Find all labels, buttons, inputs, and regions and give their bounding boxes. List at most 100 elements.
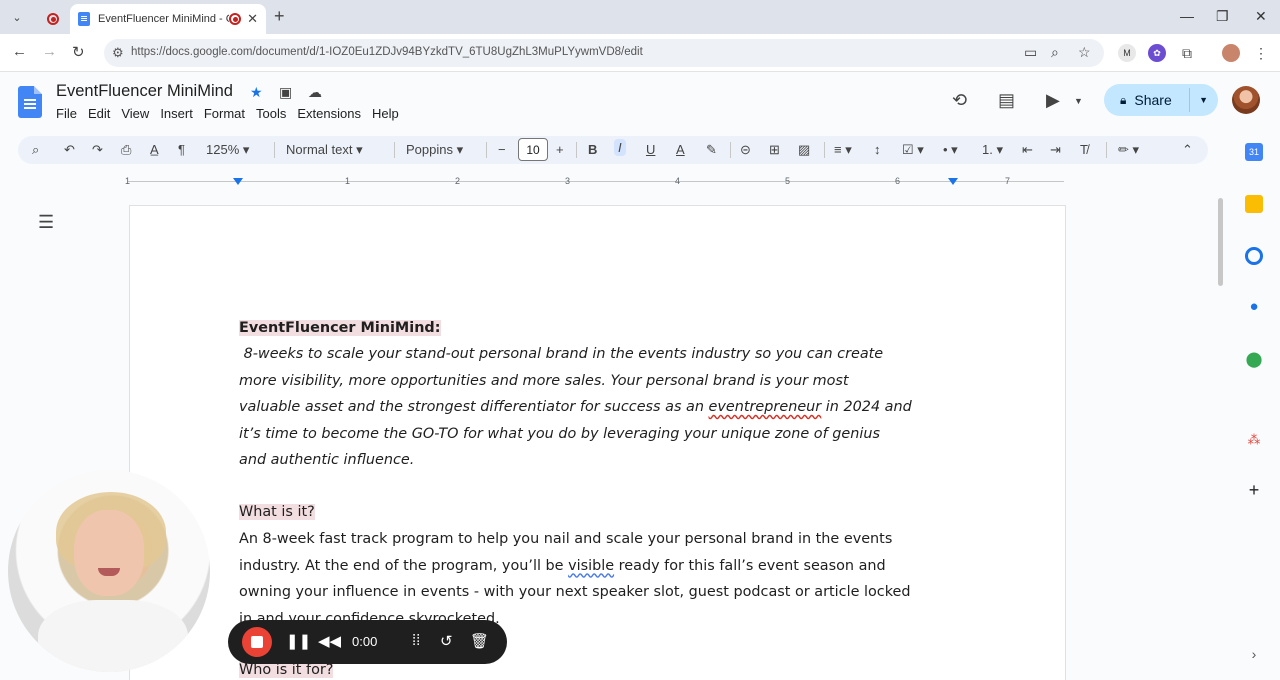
camera-icon[interactable]: ▭ <box>1024 44 1037 61</box>
restore-icon[interactable]: ❐ <box>1216 8 1229 25</box>
decrease-indent-icon[interactable]: ⇤ <box>1022 142 1033 158</box>
close-window-icon[interactable]: ✕ <box>1255 8 1267 25</box>
increase-font-icon[interactable]: + <box>556 142 564 157</box>
bold-icon[interactable]: B <box>588 142 597 157</box>
italic-icon[interactable]: I <box>614 139 626 156</box>
bookmark-star-icon[interactable]: ☆ <box>1078 44 1091 61</box>
divider <box>576 142 577 158</box>
new-tab-button[interactable]: + <box>274 6 285 27</box>
heading-eventfluencer[interactable]: EventFluencer MiniMind: <box>239 315 441 342</box>
print-icon[interactable]: ⎙ <box>121 142 131 158</box>
link-icon[interactable]: ⊝ <box>740 142 751 158</box>
menu-tools[interactable]: Tools <box>256 106 292 124</box>
line-spacing-icon[interactable]: ↕ <box>874 142 881 157</box>
document-outline-icon[interactable]: ☰ <box>38 212 54 233</box>
more-vert-icon[interactable]: ⋮ <box>1252 44 1270 62</box>
increase-indent-icon[interactable]: ⇥ <box>1050 142 1061 158</box>
redo-icon[interactable]: ↷ <box>92 142 103 158</box>
docs-logo-icon[interactable] <box>18 86 42 118</box>
undo-icon[interactable]: ↶ <box>64 142 75 158</box>
webcam-bubble[interactable] <box>8 470 210 672</box>
paragraph-style-select[interactable]: Normal text ▾ <box>286 142 363 158</box>
zoom-select[interactable]: 125% ▾ <box>206 142 249 158</box>
menu-extensions[interactable]: Extensions <box>297 106 367 124</box>
forward-icon[interactable]: → <box>42 43 57 60</box>
bulleted-list-icon[interactable]: • ▾ <box>943 142 958 158</box>
decrease-font-icon[interactable]: − <box>498 142 506 157</box>
align-icon[interactable]: ≡ ▾ <box>834 142 852 158</box>
reload-icon[interactable]: ↻ <box>72 43 85 61</box>
intro-paragraph[interactable]: 8-weeks to scale your stand-out personal… <box>239 341 912 474</box>
ruler-number: 1 <box>125 176 131 186</box>
collapse-menus-icon[interactable]: ⌃ <box>1182 142 1193 158</box>
docs-favicon-icon <box>78 12 90 26</box>
version-history-icon[interactable]: ⟲ <box>952 90 967 111</box>
restart-icon[interactable]: ↺ <box>440 632 453 650</box>
tab-google-doc[interactable]: EventFluencer MiniMind - G ✕ <box>70 4 266 34</box>
extensions-puzzle-icon[interactable]: ⧉ <box>1178 44 1196 62</box>
tasks-icon[interactable] <box>1245 247 1263 265</box>
maps-icon[interactable]: ⬤ <box>1245 350 1263 368</box>
move-folder-icon[interactable]: ▣ <box>279 84 292 101</box>
menu-format[interactable]: Format <box>204 106 251 124</box>
zoom-icon[interactable]: ⌕ <box>1051 44 1059 61</box>
meet-icon[interactable]: ▶ <box>1046 90 1060 111</box>
rewind-icon[interactable]: ◀◀ <box>318 632 341 650</box>
paint-format-icon[interactable]: ¶ <box>178 142 185 157</box>
menu-file[interactable]: File <box>56 106 83 124</box>
extension-flower-icon[interactable]: ✿ <box>1148 44 1166 62</box>
menu-view[interactable]: View <box>121 106 155 124</box>
comments-icon[interactable]: ▤ <box>998 90 1015 111</box>
share-divider <box>1189 88 1190 112</box>
clear-formatting-icon[interactable]: T̸ <box>1080 142 1088 157</box>
chevron-down-icon[interactable]: ▼ <box>1199 95 1208 105</box>
underline-icon[interactable]: U <box>646 142 655 157</box>
cloud-status-icon[interactable]: ☁ <box>308 84 322 101</box>
delete-icon[interactable]: 🗑︎ <box>470 632 489 650</box>
meet-dropdown-icon[interactable]: ▼ <box>1074 96 1083 106</box>
font-value: Poppins <box>406 142 453 157</box>
spellcheck-icon[interactable]: A̲ <box>150 142 159 157</box>
contacts-icon[interactable]: ● <box>1245 298 1263 316</box>
menu-insert[interactable]: Insert <box>160 106 199 124</box>
star-icon[interactable]: ★ <box>250 84 263 101</box>
menu-help[interactable]: Help <box>372 106 405 124</box>
chevron-right-icon[interactable]: › <box>1245 646 1263 664</box>
document-title[interactable]: EventFluencer MiniMind <box>56 82 233 101</box>
extension-m-icon[interactable]: M <box>1118 44 1136 62</box>
text-color-icon[interactable]: A <box>676 142 685 157</box>
heading-what-is-it[interactable]: What is it? <box>239 499 315 526</box>
highlight-icon[interactable]: ✎ <box>706 142 717 158</box>
keep-icon[interactable] <box>1245 195 1263 213</box>
stop-recording-button[interactable] <box>242 627 272 657</box>
profile-avatar-icon[interactable] <box>1222 44 1240 62</box>
minimize-icon[interactable]: — <box>1180 8 1194 24</box>
drag-handle-icon[interactable]: ⁞⁞ <box>412 632 420 649</box>
body-paragraph[interactable]: An 8-week fast track program to help you… <box>239 526 911 632</box>
omnibox[interactable]: ⚙ https://docs.google.com/document/d/1-I… <box>104 39 1104 67</box>
insert-image-icon[interactable]: ▨ <box>798 142 810 158</box>
search-menus-icon[interactable]: ⌕ <box>32 142 39 158</box>
avatar[interactable] <box>1232 86 1260 114</box>
site-info-icon[interactable]: ⚙ <box>112 45 124 61</box>
right-indent-marker[interactable] <box>948 178 958 185</box>
pause-icon[interactable]: ❚❚ <box>286 632 311 650</box>
tab-recording[interactable] <box>36 4 70 34</box>
editing-mode-icon[interactable]: ✏ ▾ <box>1118 142 1139 158</box>
close-icon[interactable]: ✕ <box>247 11 258 27</box>
menu-edit[interactable]: Edit <box>88 106 116 124</box>
numbered-list-icon[interactable]: 1. ▾ <box>982 142 1003 158</box>
asana-icon[interactable]: ⁂ <box>1245 432 1263 450</box>
left-indent-marker[interactable] <box>233 178 243 185</box>
share-button[interactable]: 🔒︎ Share ▼ <box>1104 84 1218 116</box>
add-comment-icon[interactable]: ⊞ <box>769 142 780 158</box>
back-icon[interactable]: ← <box>12 43 27 60</box>
font-select[interactable]: Poppins ▾ <box>406 142 463 158</box>
tab-search-dropdown[interactable]: ⌄ <box>6 7 28 27</box>
zoom-value: 125% <box>206 142 240 157</box>
scrollbar-thumb[interactable] <box>1218 198 1223 286</box>
add-addon-icon[interactable]: + <box>1245 480 1263 500</box>
calendar-icon[interactable]: 31 <box>1245 143 1263 161</box>
font-size-input[interactable]: 10 <box>518 138 548 161</box>
checklist-icon[interactable]: ☑ ▾ <box>902 142 924 158</box>
